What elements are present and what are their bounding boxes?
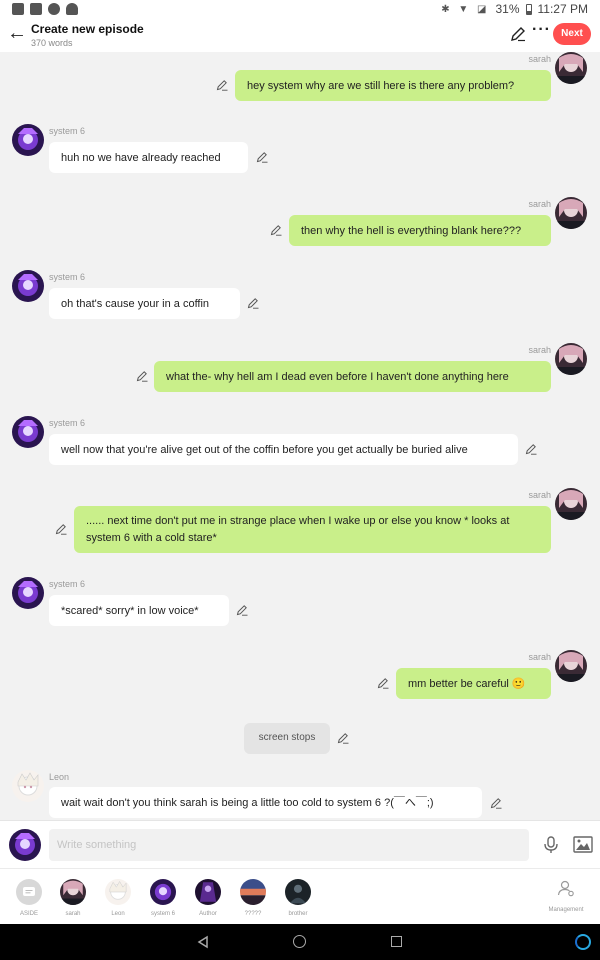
notification-icon [48, 3, 60, 15]
message-bubble[interactable]: then why the hell is everything blank he… [289, 215, 551, 246]
narration-bubble[interactable]: screen stops [244, 723, 330, 754]
system-navigation-bar [0, 924, 600, 960]
character-label: ASIDE [19, 911, 38, 917]
system6-avatar [12, 124, 44, 156]
notification-icon [12, 3, 24, 15]
system6-avatar [12, 270, 44, 302]
composer [0, 820, 600, 868]
speaker-name: system 6 [49, 272, 86, 282]
nav-back-icon[interactable] [196, 935, 210, 949]
character-system-6[interactable]: system 6 [143, 879, 183, 917]
speaker-name: sarah [528, 490, 551, 500]
connectivity-icons: ✱ ▼ ◪ [441, 3, 490, 15]
edit-message-icon[interactable] [256, 151, 268, 163]
sarah-avatar [555, 197, 587, 229]
sarah-avatar [555, 488, 587, 520]
top-app-bar: ← Create new episode 370 words ··· Next [0, 18, 600, 52]
speaker-name: sarah [528, 199, 551, 209]
speaker-name: sarah [528, 54, 551, 64]
selected-character-avatar[interactable] [9, 829, 41, 861]
message-bubble[interactable]: wait wait don't you think sarah is being… [49, 787, 482, 818]
message-bubble[interactable]: mm better be careful 🙂 [396, 668, 551, 699]
sarah-avatar [555, 52, 587, 84]
assistant-icon[interactable] [575, 934, 591, 950]
message-bubble[interactable]: what the- why hell am I dead even before… [154, 361, 551, 392]
sarah-avatar [555, 343, 587, 375]
character-author[interactable]: Author [188, 879, 228, 917]
character-label: system 6 [150, 911, 175, 917]
edit-message-icon[interactable] [525, 443, 537, 455]
edit-message-icon[interactable] [337, 732, 349, 744]
message-bubble[interactable]: oh that's cause your in a coffin [49, 288, 240, 319]
message-bubble[interactable]: hey system why are we still here is ther… [235, 70, 551, 101]
system6-avatar [150, 879, 176, 905]
leon-avatar [105, 879, 131, 905]
character-unknown[interactable]: ????? [233, 879, 273, 917]
message-bubble[interactable]: well now that you're alive get out of th… [49, 434, 518, 465]
battery-icon [525, 3, 532, 15]
page-title: Create new episode [31, 22, 144, 36]
character-sarah[interactable]: sarah [53, 879, 93, 917]
user-settings-icon [557, 880, 574, 897]
back-arrow-icon[interactable]: ← [6, 22, 28, 44]
sarah-avatar [60, 879, 86, 905]
sunset-avatar [240, 879, 266, 905]
aside-icon [16, 879, 42, 905]
edit-message-icon[interactable] [490, 797, 502, 809]
character-selector: ASIDE sarah Leon system 6 Author ????? b… [0, 868, 600, 924]
leon-avatar [12, 770, 44, 802]
more-options-icon[interactable]: ··· [532, 21, 551, 39]
next-button[interactable]: Next [553, 23, 591, 45]
system6-avatar [12, 416, 44, 448]
speaker-name: system 6 [49, 126, 86, 136]
management-button[interactable]: Management [543, 879, 589, 913]
speaker-name: system 6 [49, 579, 86, 589]
nav-recents-icon[interactable] [391, 936, 402, 947]
microphone-icon[interactable] [541, 835, 561, 855]
character-label: sarah [65, 911, 81, 917]
edit-message-icon[interactable] [270, 224, 282, 236]
edit-message-icon[interactable] [136, 370, 148, 382]
edit-message-icon[interactable] [55, 523, 67, 535]
status-bar: ✱ ▼ ◪ 31% 11:27 PM [0, 0, 600, 18]
character-label: Leon [111, 911, 125, 917]
battery-percent: 31% [495, 2, 520, 16]
system6-avatar [12, 577, 44, 609]
chat-thread: sarah hey system why are we still here i… [0, 52, 600, 820]
notification-icons [12, 3, 78, 15]
speaker-name: system 6 [49, 418, 86, 428]
brother-avatar [285, 879, 311, 905]
image-upload-icon[interactable] [573, 836, 593, 854]
edit-message-icon[interactable] [377, 677, 389, 689]
message-bubble[interactable]: huh no we have already reached [49, 142, 248, 173]
system-status: ✱ ▼ ◪ 31% 11:27 PM [441, 2, 588, 16]
management-label: Management [548, 907, 584, 913]
edit-pencil-icon[interactable] [510, 26, 526, 42]
character-aside[interactable]: ASIDE [9, 879, 49, 917]
character-leon[interactable]: Leon [98, 879, 138, 917]
character-label: brother [288, 911, 308, 917]
speaker-name: Leon [49, 772, 70, 782]
cloud-icon [66, 3, 78, 15]
clock: 11:27 PM [537, 2, 588, 16]
author-avatar [195, 879, 221, 905]
message-input[interactable] [49, 829, 529, 861]
sarah-avatar [555, 650, 587, 682]
edit-message-icon[interactable] [216, 79, 228, 91]
speaker-name: sarah [528, 652, 551, 662]
character-label: ????? [244, 911, 262, 917]
message-bubble[interactable]: ...... next time don't put me in strange… [74, 506, 551, 553]
edit-message-icon[interactable] [247, 297, 259, 309]
nav-home-icon[interactable] [293, 935, 306, 948]
edit-message-icon[interactable] [236, 604, 248, 616]
character-label: Author [199, 911, 217, 917]
character-brother[interactable]: brother [278, 879, 318, 917]
notification-icon [30, 3, 42, 15]
word-count: 370 words [31, 38, 73, 48]
message-bubble[interactable]: *scared* sorry* in low voice* [49, 595, 229, 626]
speaker-name: sarah [528, 345, 551, 355]
